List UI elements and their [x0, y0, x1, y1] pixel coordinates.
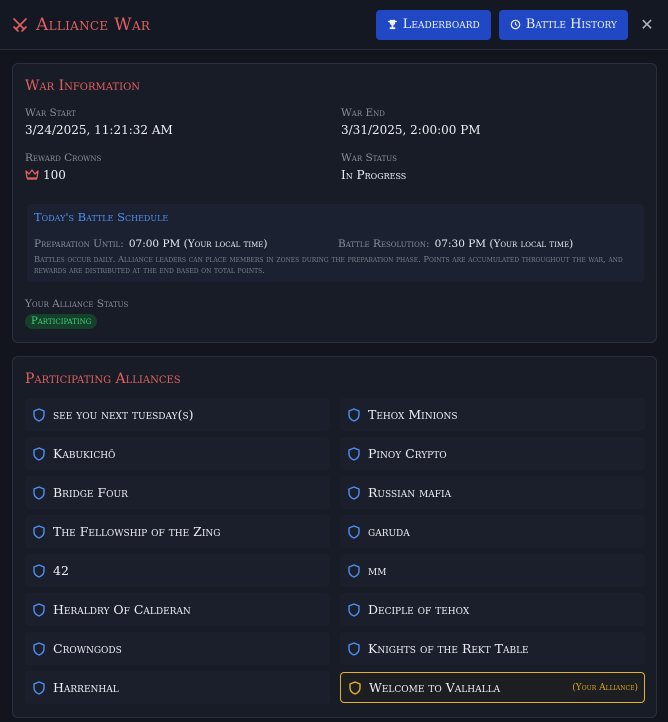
shield-icon	[33, 641, 45, 656]
shield-icon	[33, 446, 45, 461]
your-alliance-tag: (Your Alliance)	[572, 682, 638, 693]
alliance-name: garuda	[368, 524, 410, 539]
battle-history-button[interactable]: Battle History	[498, 9, 628, 40]
alliance-item[interactable]: Deciple of tehox	[340, 593, 645, 626]
shield-icon	[33, 602, 45, 617]
battle-history-label: Battle History	[525, 17, 617, 32]
resolution-label: Battle Resolution:	[338, 238, 430, 250]
page-title: Alliance War	[36, 14, 151, 35]
your-alliance-item[interactable]: Welcome to Valhalla (Your Alliance)	[340, 672, 645, 703]
shield-icon	[33, 563, 45, 578]
alliance-item[interactable]: Bridge Four	[25, 476, 330, 509]
shield-icon	[348, 602, 360, 617]
leaderboard-button[interactable]: Leaderboard	[375, 9, 491, 40]
trophy-icon	[387, 19, 397, 30]
alliance-name: Bridge Four	[53, 485, 128, 500]
alliance-name: Kabukichō	[53, 446, 116, 461]
alliance-item[interactable]: Pinoy Crypto	[340, 437, 645, 470]
shield-icon	[33, 680, 45, 695]
battle-schedule-box: Today's Battle Schedule Preparation Unti…	[27, 204, 644, 282]
reward-crowns-label: Reward Crowns	[25, 152, 102, 164]
alliance-item[interactable]: Harrenhal	[25, 671, 330, 704]
war-information-panel: War Information War Start 3/24/2025, 11:…	[12, 63, 657, 343]
war-information-title: War Information	[25, 78, 141, 94]
alliance-name: Harrenhal	[53, 680, 119, 695]
resolution-value: 07:30 PM (Your local time)	[434, 238, 574, 250]
crown-icon	[25, 169, 39, 180]
shield-icon	[349, 680, 361, 695]
alliance-name: Welcome to Valhalla	[369, 680, 501, 695]
history-icon	[510, 19, 521, 30]
alliance-item[interactable]: Kabukichō	[25, 437, 330, 470]
window-header: Alliance War Leaderboard Battle History …	[0, 0, 668, 50]
schedule-title: Today's Battle Schedule	[34, 210, 169, 224]
shield-icon	[348, 485, 360, 500]
close-icon[interactable]: ✕	[638, 15, 656, 34]
reward-crowns-value: 100	[25, 168, 66, 182]
shield-icon	[348, 563, 360, 578]
shield-icon	[348, 446, 360, 461]
shield-icon	[348, 641, 360, 656]
alliance-status-label: Your Alliance Status	[25, 298, 129, 310]
shield-icon	[348, 407, 360, 422]
preparation-label: Preparation Until:	[34, 238, 124, 250]
preparation-row: Preparation Until: 07:00 PM (Your local …	[34, 232, 267, 251]
war-start-label: War Start	[25, 107, 76, 119]
schedule-description: Battles occur daily. Alliance leaders ca…	[34, 254, 623, 275]
alliance-item[interactable]: Crowngods	[25, 632, 330, 665]
shield-icon	[33, 524, 45, 539]
participating-alliances-panel: Participating Alliances see you next tue…	[12, 356, 657, 718]
alliance-item[interactable]: Knights of the Rekt Table	[340, 632, 645, 665]
alliance-name: mm	[368, 563, 387, 578]
alliance-name: The Fellowship of the Zing	[53, 524, 221, 539]
war-status-value: In Progress	[341, 168, 407, 182]
shield-icon	[348, 524, 360, 539]
status-badge: Participating	[25, 314, 98, 329]
participating-alliances-title: Participating Alliances	[25, 371, 181, 387]
alliance-item[interactable]: see you next tuesday(s)	[25, 398, 330, 431]
alliance-name: Crowngods	[53, 641, 122, 656]
alliance-item[interactable]: Heraldry Of Calderan	[25, 593, 330, 626]
alliance-item[interactable]: Tehox Minions	[340, 398, 645, 431]
alliance-name: Knights of the Rekt Table	[368, 641, 529, 656]
war-status-label: War Status	[341, 152, 397, 164]
war-start-value: 3/24/2025, 11:21:32 AM	[25, 123, 173, 137]
alliance-item[interactable]: garuda	[340, 515, 645, 548]
alliance-name: Russian mafia	[368, 485, 452, 500]
alliance-name: Tehox Minions	[368, 407, 458, 422]
alliance-item[interactable]: The Fellowship of the Zing	[25, 515, 330, 548]
alliance-item[interactable]: 42	[25, 554, 330, 587]
shield-icon	[33, 407, 45, 422]
crossed-swords-icon	[13, 17, 27, 32]
war-end-value: 3/31/2025, 2:00:00 PM	[341, 123, 481, 137]
alliance-item[interactable]: Russian mafia	[340, 476, 645, 509]
alliance-name: Heraldry Of Calderan	[53, 602, 191, 617]
title-group: Alliance War	[12, 15, 376, 35]
crowns-amount: 100	[43, 168, 66, 182]
preparation-value: 07:00 PM (Your local time)	[128, 238, 268, 250]
shield-icon	[33, 485, 45, 500]
alliance-name: Pinoy Crypto	[368, 446, 447, 461]
alliance-name: Deciple of tehox	[368, 602, 470, 617]
war-end-label: War End	[341, 107, 385, 119]
alliance-name: 42	[53, 563, 69, 578]
leaderboard-label: Leaderboard	[402, 17, 480, 32]
alliance-item[interactable]: mm	[340, 554, 645, 587]
alliance-name: see you next tuesday(s)	[53, 407, 194, 422]
resolution-row: Battle Resolution: 07:30 PM (Your local …	[338, 232, 573, 251]
